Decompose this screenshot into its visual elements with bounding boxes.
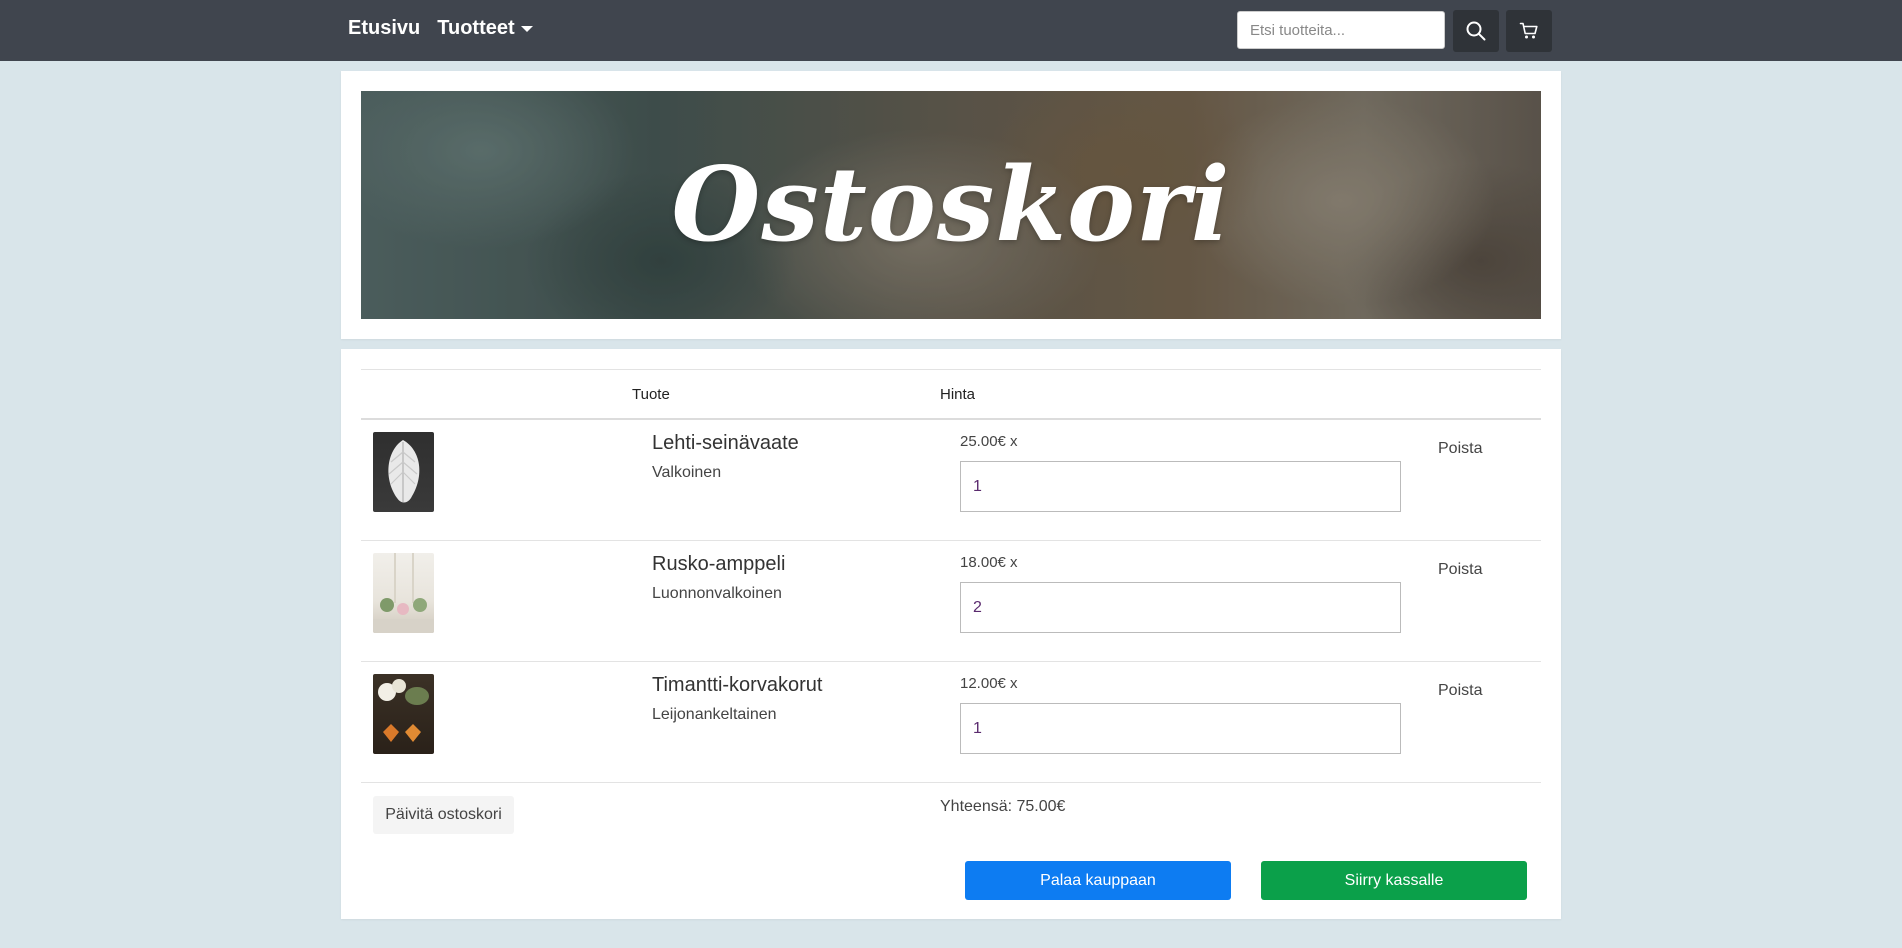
cart-button[interactable] [1506,10,1552,52]
product-name[interactable]: Lehti-seinävaate [652,432,799,455]
nav-products-dropdown[interactable]: Tuotteet [437,17,533,40]
header-product: Tuote [632,386,670,403]
table-row: Lehti-seinävaate Valkoinen 25.00€ x Pois… [361,420,1541,541]
cart-total: Yhteensä: 75.00€ [940,798,1066,815]
search-icon [1466,21,1486,41]
nav-home-link[interactable]: Etusivu [348,17,420,40]
product-price: 12.00€ x [960,675,1018,692]
caret-down-icon [520,25,533,32]
update-cart-button[interactable]: Päivitä ostoskori [373,796,514,834]
product-image-timantti [373,674,434,754]
quantity-input[interactable] [960,582,1401,633]
row-divider [361,782,1541,783]
navbar: Etusivu Tuotteet [0,0,1902,61]
nav-links: Etusivu Tuotteet [348,17,533,40]
remove-button[interactable]: Poista [1438,440,1482,458]
remove-button[interactable]: Poista [1438,561,1482,579]
hero-banner: Ostoskori [361,91,1541,319]
cart-icon [1519,22,1538,39]
quantity-input[interactable] [960,703,1401,754]
header-price: Hinta [940,386,976,403]
product-image-rusko [373,553,434,633]
product-variant: Leijonankeltainen [652,706,777,723]
back-to-shop-button[interactable]: Palaa kauppaan [965,861,1231,900]
remove-button[interactable]: Poista [1438,682,1482,700]
table-row: Rusko-amppeli Luonnonvalkoinen 18.00€ x … [361,541,1541,662]
product-variant: Luonnonvalkoinen [652,585,782,602]
product-name[interactable]: Rusko-amppeli [652,553,785,576]
search-button[interactable] [1453,10,1499,52]
table-top-divider [361,369,1541,370]
hero-panel: Ostoskori [341,71,1561,339]
table-row: Timantti-korvakorut Leijonankeltainen 12… [361,662,1541,783]
product-price: 25.00€ x [960,433,1018,450]
page-title: Ostoskori [671,145,1231,265]
product-image-lehti [373,432,434,512]
search-input[interactable] [1237,11,1445,49]
product-variant: Valkoinen [652,464,722,481]
nav-products-label: Tuotteet [437,17,515,39]
cart-panel: Tuote Hinta Lehti-seinävaate Valkoinen 2… [341,349,1561,919]
product-name[interactable]: Timantti-korvakorut [652,674,822,697]
quantity-input[interactable] [960,461,1401,512]
product-price: 18.00€ x [960,554,1018,571]
checkout-button[interactable]: Siirry kassalle [1261,861,1527,900]
